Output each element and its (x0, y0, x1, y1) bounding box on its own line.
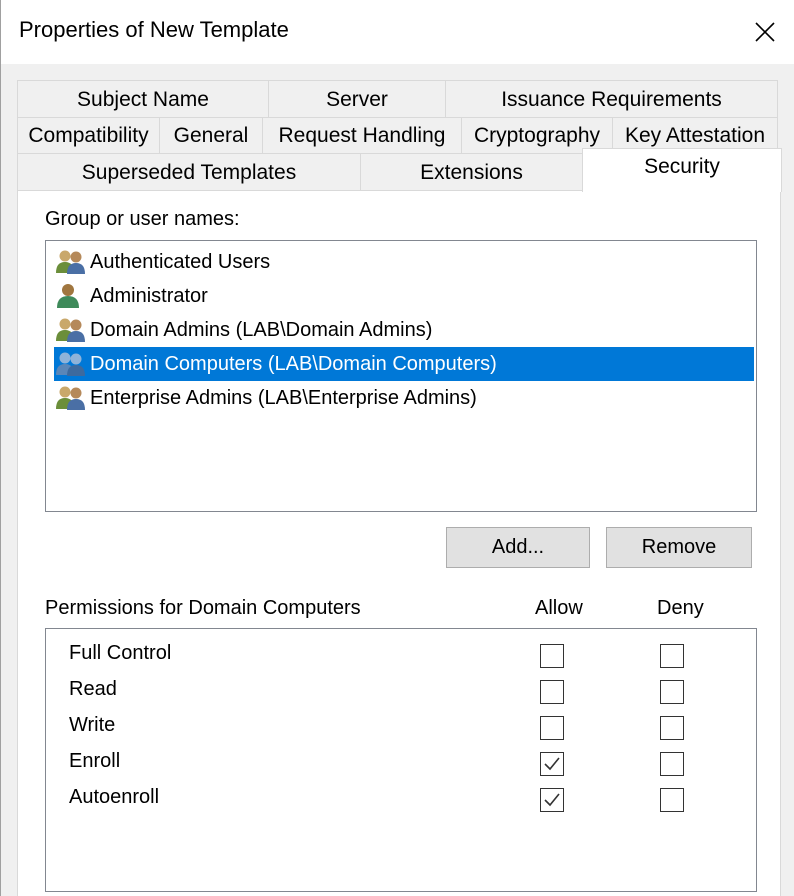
group-name: Domain Admins (LAB\Domain Admins) (90, 318, 433, 341)
allow-column-header: Allow (535, 597, 583, 619)
permission-name: Read (69, 678, 117, 700)
tab-extensions[interactable]: Extensions (360, 153, 583, 191)
tab-issuance-requirements[interactable]: Issuance Requirements (445, 80, 778, 118)
tab-server[interactable]: Server (268, 80, 446, 118)
remove-button[interactable]: Remove (606, 527, 752, 568)
allow-checkbox-checked[interactable] (540, 788, 564, 812)
add-button[interactable]: Add... (446, 527, 590, 568)
group-name: Administrator (90, 284, 208, 307)
permission-name: Write (69, 714, 116, 736)
close-button[interactable] (735, 0, 794, 64)
allow-checkbox[interactable] (540, 680, 564, 704)
allow-checkbox[interactable] (540, 716, 564, 740)
group-name: Enterprise Admins (LAB\Enterprise Admins… (90, 386, 477, 409)
group-name: Authenticated Users (90, 250, 271, 273)
checkmark-icon (544, 793, 560, 807)
properties-dialog: Properties of New Template Subject Name … (0, 0, 794, 896)
group-name: Domain Computers (LAB\Domain Computers) (90, 352, 497, 375)
list-item[interactable]: Administrator (54, 279, 754, 313)
allow-checkbox[interactable] (540, 644, 564, 668)
deny-checkbox[interactable] (660, 644, 684, 668)
tab-superseded-templates[interactable]: Superseded Templates (17, 153, 361, 191)
permission-row-full-control: Full Control (46, 638, 756, 674)
list-item[interactable]: Authenticated Users (54, 245, 754, 279)
list-item[interactable]: Enterprise Admins (LAB\Enterprise Admins… (54, 381, 754, 415)
users-group-icon (54, 248, 90, 276)
tab-compatibility[interactable]: Compatibility (17, 117, 160, 154)
permission-row-enroll: Enroll (46, 746, 756, 782)
list-item[interactable]: Domain Admins (LAB\Domain Admins) (54, 313, 754, 347)
checkmark-icon (544, 757, 560, 771)
list-item-selected[interactable]: Domain Computers (LAB\Domain Computers) (54, 347, 754, 381)
permission-name: Full Control (69, 642, 172, 664)
permissions-list: Full Control Read Write Enroll Autoenrol… (45, 628, 757, 892)
tab-security[interactable]: Security (582, 148, 782, 192)
group-or-user-names-label: Group or user names: (45, 208, 240, 230)
deny-checkbox[interactable] (660, 680, 684, 704)
tab-general[interactable]: General (159, 117, 263, 154)
user-icon (54, 282, 90, 310)
deny-checkbox[interactable] (660, 752, 684, 776)
title-bar: Properties of New Template (1, 0, 794, 64)
window-title: Properties of New Template (19, 17, 289, 42)
deny-column-header: Deny (657, 597, 704, 619)
users-group-icon (54, 384, 90, 412)
deny-checkbox[interactable] (660, 788, 684, 812)
permission-name: Enroll (69, 750, 121, 772)
users-group-icon (54, 350, 90, 378)
users-group-icon (54, 316, 90, 344)
permission-name: Autoenroll (69, 786, 160, 808)
tab-subject-name[interactable]: Subject Name (17, 80, 269, 118)
group-list[interactable]: Authenticated Users Administrator Domain… (45, 240, 757, 512)
permissions-label: Permissions for Domain Computers (45, 597, 361, 619)
close-icon (755, 22, 775, 42)
permission-row-write: Write (46, 710, 756, 746)
permission-row-read: Read (46, 674, 756, 710)
tab-request-handling[interactable]: Request Handling (262, 117, 462, 154)
allow-checkbox-checked[interactable] (540, 752, 564, 776)
deny-checkbox[interactable] (660, 716, 684, 740)
permission-row-autoenroll: Autoenroll (46, 782, 756, 818)
